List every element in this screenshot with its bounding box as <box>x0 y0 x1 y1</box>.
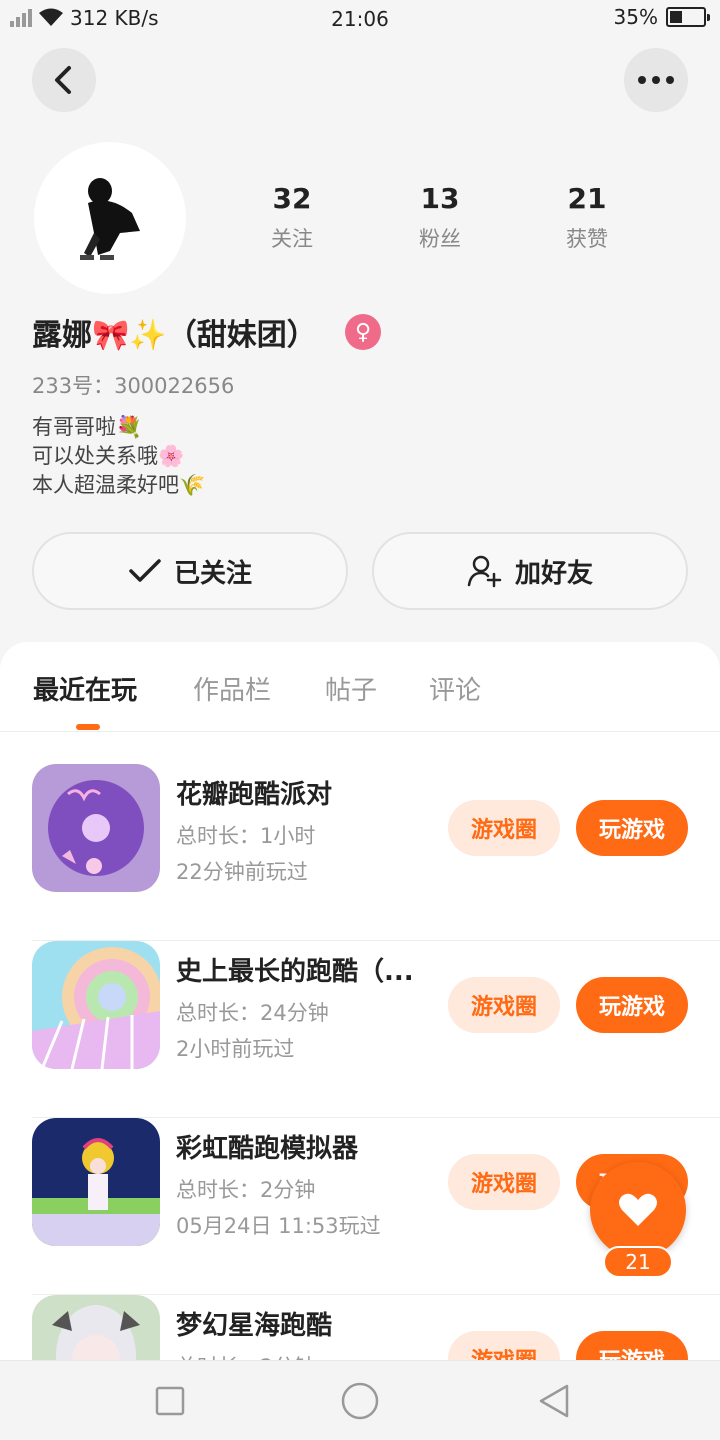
battery-icon <box>666 7 710 27</box>
game-circle-button[interactable]: 游戏圈 <box>448 977 560 1033</box>
game-icon <box>32 941 160 1069</box>
game-icon <box>32 764 160 892</box>
game-last-played: 05月24日 11:53玩过 <box>176 1214 381 1238</box>
stat-number: 32 <box>272 182 312 215</box>
game-circle-button[interactable]: 游戏圈 <box>448 1154 560 1210</box>
more-button[interactable] <box>624 48 688 112</box>
back-nav-button[interactable] <box>534 1381 574 1421</box>
square-icon <box>155 1386 185 1416</box>
game-circle-button[interactable]: 游戏圈 <box>448 1331 560 1360</box>
heart-icon <box>619 1193 657 1226</box>
status-bar: 312 KB/s 21:06 35% <box>0 0 720 40</box>
stat-label: 粉丝 <box>419 227 461 251</box>
like-count: 21 <box>603 1246 673 1278</box>
triangle-back-icon <box>539 1384 569 1418</box>
tab-bar: 最近在玩 作品栏 帖子 评论 <box>0 642 720 732</box>
bio-line: 本人超温柔好吧🌾 <box>32 473 206 497</box>
bio-line: 有哥哥啦💐 <box>32 415 143 439</box>
add-user-icon <box>467 555 502 588</box>
game-row[interactable]: 花瓣跑酷派对 总时长：1小时 22分钟前玩过 游戏圈 玩游戏 <box>32 764 720 941</box>
user-id: 233号：300022656 <box>32 374 235 398</box>
tab-works[interactable]: 作品栏 <box>193 670 271 707</box>
game-duration: 总时长：24分钟 <box>176 1001 329 1025</box>
stat-label: 获赞 <box>566 227 608 251</box>
home-button[interactable] <box>340 1381 380 1421</box>
recent-apps-button[interactable] <box>150 1381 190 1421</box>
game-name: 史上最长的跑酷（... <box>176 957 414 987</box>
game-duration: 总时长：1小时 <box>176 824 316 848</box>
stat-number: 21 <box>567 182 607 215</box>
stat-label: 关注 <box>271 227 313 251</box>
game-row[interactable]: 史上最长的跑酷（... 总时长：24分钟 2小时前玩过 游戏圈 玩游戏 <box>32 941 720 1118</box>
nickname: 露娜🎀✨（甜妹团） <box>32 318 317 353</box>
more-dots-icon <box>638 76 674 84</box>
game-duration: 总时长：2分钟 <box>176 1351 315 1360</box>
stat-following[interactable]: 32 关注 <box>222 182 362 253</box>
battery-percent: 35% <box>613 5 658 29</box>
tab-comments[interactable]: 评论 <box>429 670 481 707</box>
game-name: 梦幻星海跑酷 <box>176 1311 333 1341</box>
game-icon <box>32 1295 160 1360</box>
game-duration: 总时长：2分钟 <box>176 1178 316 1202</box>
avatar-figure-icon <box>80 178 140 260</box>
game-name: 彩虹酷跑模拟器 <box>176 1134 359 1164</box>
avatar[interactable] <box>34 142 186 294</box>
game-last-played: 22分钟前玩过 <box>176 860 308 884</box>
game-circle-button[interactable]: 游戏圈 <box>448 800 560 856</box>
circle-icon <box>341 1382 379 1420</box>
game-icon <box>32 1118 160 1246</box>
tab-recent[interactable]: 最近在玩 <box>33 670 137 707</box>
stat-fans[interactable]: 13 粉丝 <box>370 182 510 253</box>
followed-label: 已关注 <box>173 558 252 589</box>
game-row[interactable]: 梦幻星海跑酷 总时长：2分钟 游戏圈 玩游戏 <box>32 1295 720 1360</box>
game-name: 花瓣跑酷派对 <box>176 780 333 810</box>
play-game-button[interactable]: 玩游戏 <box>576 1331 688 1360</box>
play-game-button[interactable]: 玩游戏 <box>576 800 688 856</box>
add-friend-button[interactable]: 加好友 <box>372 532 688 610</box>
system-nav-bar <box>0 1360 720 1440</box>
tab-posts[interactable]: 帖子 <box>325 670 377 707</box>
stat-likes[interactable]: 21 获赞 <box>517 182 657 253</box>
gender-female-icon: ♀ <box>345 314 381 350</box>
bio: 有哥哥啦💐 可以处关系哦🌸 本人超温柔好吧🌾 <box>32 413 205 500</box>
clock: 21:06 <box>331 7 389 31</box>
add-friend-label: 加好友 <box>514 558 593 589</box>
tab-indicator <box>76 724 100 730</box>
check-icon <box>129 559 161 582</box>
stat-number: 13 <box>420 182 460 215</box>
back-button[interactable] <box>32 48 96 112</box>
followed-button[interactable]: 已关注 <box>32 532 348 610</box>
play-game-button[interactable]: 玩游戏 <box>576 977 688 1033</box>
like-button[interactable] <box>590 1162 686 1258</box>
bio-line: 可以处关系哦🌸 <box>32 444 185 468</box>
chevron-left-icon <box>55 66 71 94</box>
game-last-played: 2小时前玩过 <box>176 1037 295 1061</box>
